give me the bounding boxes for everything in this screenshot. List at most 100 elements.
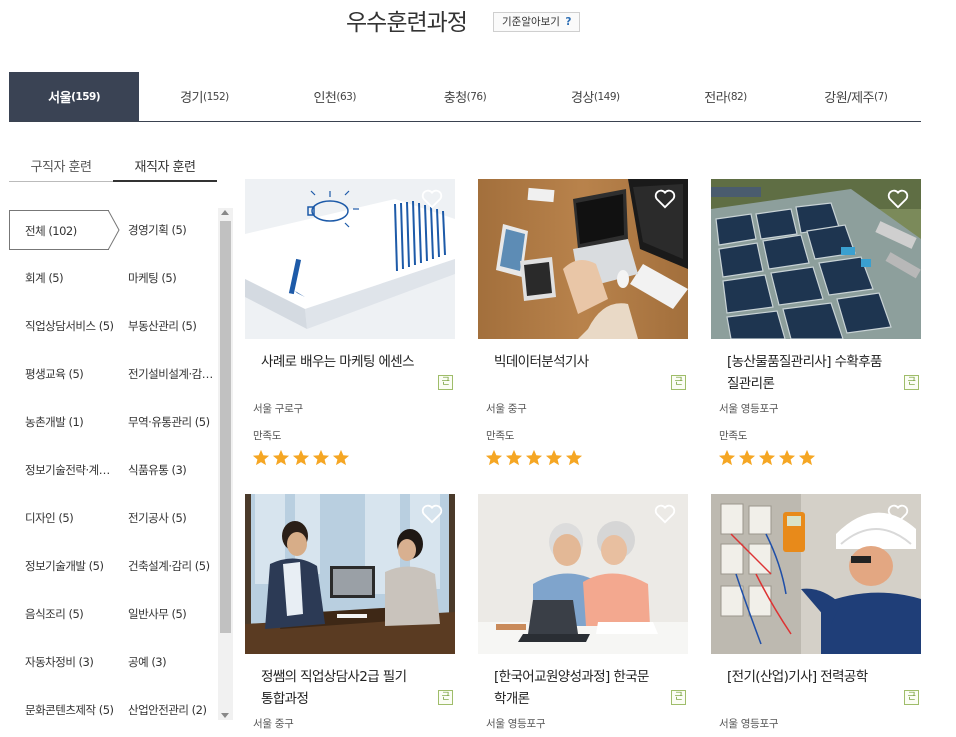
tab-jeolla[interactable]: 전라 (82) xyxy=(660,72,790,121)
category-item[interactable]: 전기공사 (5) xyxy=(128,498,216,538)
star-icon xyxy=(485,449,503,466)
page-title: 우수훈련과정 xyxy=(346,10,468,36)
course-location: 서울 중구 xyxy=(486,403,527,415)
scroll-thumb[interactable] xyxy=(220,221,231,633)
badge-icon: 근 xyxy=(904,690,919,705)
course-title[interactable]: [한국어교원양성과정] 한국문학개론 근 xyxy=(478,666,688,710)
scroll-down-arrow-icon[interactable] xyxy=(221,713,229,718)
course-card[interactable]: 사례로 배우는 마케팅 에센스 근 서울 구로구 만족도 xyxy=(245,179,455,466)
course-thumbnail[interactable] xyxy=(711,494,921,654)
category-item[interactable]: 마케팅 (5) xyxy=(128,258,216,298)
star-icon xyxy=(252,449,270,466)
course-location: 서울 영등포구 xyxy=(719,403,779,415)
tab-count: (152) xyxy=(203,90,229,103)
course-title[interactable]: 빅데이터분석기사 근 xyxy=(478,351,688,395)
category-item[interactable]: 무역·유통관리 (5) xyxy=(128,402,216,442)
star-icon xyxy=(525,449,543,466)
category-item[interactable]: 디자인 (5) xyxy=(25,498,115,538)
star-rating xyxy=(478,449,688,466)
category-item[interactable]: 공예 (3) xyxy=(128,642,216,682)
tab-incheon[interactable]: 인천 (63) xyxy=(270,72,400,121)
tab-count: (63) xyxy=(336,90,356,103)
badge-icon: 근 xyxy=(904,375,919,390)
category-item[interactable]: 산업안전관리 (2) xyxy=(128,690,216,718)
tab-count: (76) xyxy=(466,90,487,103)
course-thumbnail[interactable] xyxy=(245,179,455,339)
course-location: 서울 구로구 xyxy=(253,403,303,415)
selected-arrow-icon xyxy=(108,210,120,250)
satisfaction-label: 만족도 xyxy=(253,430,282,442)
course-title[interactable]: [농산물품질관리사] 수확후품질관리론근 xyxy=(711,351,921,395)
tab-job-seeker-training[interactable]: 구직자 훈련 xyxy=(9,155,113,182)
star-icon xyxy=(798,449,816,466)
course-card[interactable]: 빅데이터분석기사 근 서울 중구 만족도 xyxy=(478,179,688,466)
star-icon xyxy=(565,449,583,466)
star-rating xyxy=(711,449,921,466)
training-type-tabs: 구직자 훈련 재직자 훈련 xyxy=(9,155,217,182)
tab-label: 강원/제주 xyxy=(824,91,874,106)
tab-chungcheong[interactable]: 충청 (76) xyxy=(400,72,530,121)
heart-icon[interactable] xyxy=(654,504,676,524)
tab-label: 경기 xyxy=(180,91,204,106)
course-card[interactable]: [전기(산업)기사] 전력공학 근 서울 영등포구 xyxy=(711,494,921,731)
tab-seoul[interactable]: 서울 (159) xyxy=(9,72,140,121)
criteria-button[interactable]: 기준알아보기 ? xyxy=(493,12,581,32)
star-icon xyxy=(312,449,330,466)
satisfaction-label: 만족도 xyxy=(719,430,748,442)
category-item[interactable]: 음식조리 (5) xyxy=(25,594,115,634)
category-item[interactable]: 직업상담서비스 (5) xyxy=(25,306,115,346)
course-thumbnail[interactable] xyxy=(711,179,921,339)
heart-icon[interactable] xyxy=(887,504,909,524)
category-item[interactable]: 건축설계·감리 (5) xyxy=(128,546,216,586)
tab-employee-training[interactable]: 재직자 훈련 xyxy=(113,155,217,182)
course-title-text: [농산물품질관리사] 수확후품질관리론 xyxy=(727,354,882,392)
category-item[interactable]: 식품유통 (3) xyxy=(128,450,216,490)
tab-count: (82) xyxy=(727,90,747,103)
category-item[interactable]: 일반사무 (5) xyxy=(128,594,216,634)
star-icon xyxy=(505,449,523,466)
course-thumbnail[interactable] xyxy=(478,494,688,654)
category-item[interactable]: 평생교육 (5) xyxy=(25,354,115,394)
heart-icon[interactable] xyxy=(421,504,443,524)
tab-gyeongsang[interactable]: 경상 (149) xyxy=(530,72,660,121)
heart-icon[interactable] xyxy=(654,189,676,209)
category-scrollbar[interactable] xyxy=(218,208,233,720)
criteria-button-label: 기준알아보기 xyxy=(502,16,560,28)
category-item[interactable]: 회계 (5) xyxy=(25,258,115,298)
category-item[interactable]: 문화콘텐츠제작 (5) xyxy=(25,690,115,718)
heart-icon[interactable] xyxy=(421,189,443,209)
category-item[interactable]: 자동차정비 (3) xyxy=(25,642,115,682)
category-item-all[interactable]: 전체 (102) xyxy=(9,210,109,250)
course-title-text: [한국어교원양성과정] 한국문학개론 xyxy=(494,669,649,707)
tab-count: (7) xyxy=(874,90,888,103)
course-title[interactable]: [전기(산업)기사] 전력공학 근 xyxy=(711,666,921,710)
category-item[interactable]: 경영기획 (5) xyxy=(128,210,216,250)
star-rating xyxy=(245,449,455,466)
category-item[interactable]: 정보기술개발 (5) xyxy=(25,546,115,586)
tab-gyeonggi[interactable]: 경기 (152) xyxy=(139,72,269,121)
course-card[interactable]: [농산물품질관리사] 수확후품질관리론근 서울 영등포구 만족도 xyxy=(711,179,921,466)
category-item[interactable]: 정보기술전략·계획 (5) xyxy=(25,450,115,490)
tab-label: 전라 xyxy=(704,91,728,106)
category-item[interactable]: 부동산관리 (5) xyxy=(128,306,216,346)
category-item[interactable]: 전기설비설계·감리 (5) xyxy=(128,354,216,394)
course-location: 서울 중구 xyxy=(253,718,294,730)
tab-label: 서울 xyxy=(48,91,72,106)
tab-count: (159) xyxy=(71,90,101,103)
course-thumbnail[interactable] xyxy=(245,494,455,654)
course-title[interactable]: 정쌤의 직업상담사2급 필기 통합과정 근 xyxy=(245,666,455,710)
badge-icon: 근 xyxy=(438,690,453,705)
course-card[interactable]: [한국어교원양성과정] 한국문학개론 근 서울 영등포구 xyxy=(478,494,688,731)
question-icon: ? xyxy=(565,16,572,28)
region-tabs: 서울 (159) 경기 (152) 인천 (63) 충청 (76) 경상 (149) 전라… xyxy=(9,72,921,122)
course-card[interactable]: 정쌤의 직업상담사2급 필기 통합과정 근 서울 중구 xyxy=(245,494,455,731)
scroll-up-arrow-icon[interactable] xyxy=(221,210,229,215)
star-icon xyxy=(778,449,796,466)
course-title[interactable]: 사례로 배우는 마케팅 에센스 근 xyxy=(245,351,455,395)
course-title-text: 사례로 배우는 마케팅 에센스 xyxy=(261,354,415,370)
badge-icon: 근 xyxy=(671,375,686,390)
course-thumbnail[interactable] xyxy=(478,179,688,339)
tab-gangwon-jeju[interactable]: 강원/제주 (7) xyxy=(791,72,921,121)
heart-icon[interactable] xyxy=(887,189,909,209)
category-item[interactable]: 농촌개발 (1) xyxy=(25,402,115,442)
